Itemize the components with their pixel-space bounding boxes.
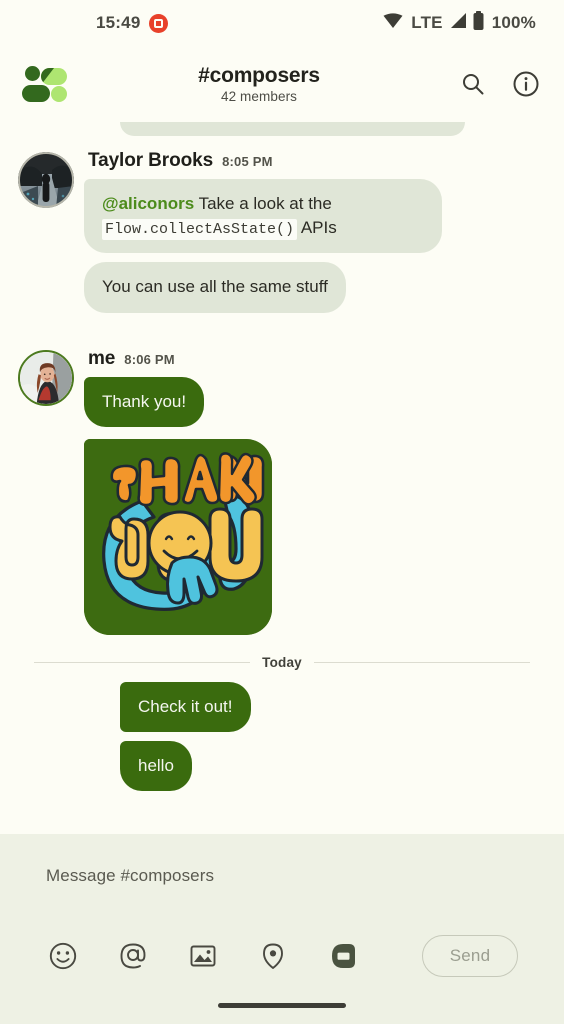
composer: Message #composers Send <box>0 834 564 986</box>
composer-toolbar: Send <box>24 910 540 986</box>
inline-code: Flow.collectAsState() <box>102 219 298 241</box>
today-message-stack: Check it out! hello <box>18 681 546 791</box>
message-bubble[interactable]: @aliconors Take a look at the Flow.colle… <box>84 179 442 254</box>
sender-name: Taylor Brooks <box>88 150 214 171</box>
page-title: #composers <box>198 63 320 87</box>
member-count: 42 members <box>220 89 298 105</box>
thank-you-sticker[interactable] <box>84 438 272 635</box>
message-timestamp: 8:05 PM <box>222 154 273 169</box>
message-list[interactable]: Taylor Brooks 8:05 PM @aliconors Take a … <box>0 122 564 834</box>
divider-rule-left <box>34 661 251 663</box>
scrolled-off-bubble <box>120 122 465 136</box>
message-text: Take a look at the <box>194 194 332 213</box>
day-divider: Today <box>34 654 531 670</box>
wifi-icon <box>383 12 403 34</box>
battery-icon <box>473 11 484 35</box>
emoji-icon[interactable] <box>46 939 80 973</box>
app-bar: #composers 42 members <box>0 46 564 122</box>
app-logo-icon[interactable] <box>20 64 68 104</box>
message-bubble[interactable]: You can use all the same stuff <box>84 262 346 313</box>
me-avatar-image <box>20 351 72 404</box>
video-call-icon[interactable] <box>326 939 360 973</box>
message-input[interactable]: Message #composers <box>24 860 540 910</box>
phone-screen: 15:49 LTE 100% #composers 42 members Tay… <box>0 0 564 1024</box>
message-bubble[interactable]: Thank you! <box>84 376 205 427</box>
status-bar-right: LTE 100% <box>383 11 536 35</box>
battery-percent: 100% <box>491 13 536 32</box>
taylor-brooks-avatar-image <box>18 152 74 208</box>
screen-record-icon <box>149 13 169 33</box>
message-group-body: Taylor Brooks 8:05 PM @aliconors Take a … <box>84 150 546 322</box>
image-icon[interactable] <box>186 939 220 973</box>
room-header[interactable]: #composers 42 members <box>58 64 460 104</box>
avatar[interactable] <box>18 152 74 208</box>
message-text-tail: APIs <box>297 218 337 238</box>
info-icon[interactable] <box>512 70 540 98</box>
message-meta: me 8:06 PM <box>84 348 546 370</box>
app-bar-actions <box>460 70 540 98</box>
search-icon[interactable] <box>460 71 486 97</box>
divider-rule-right <box>313 661 531 663</box>
location-icon[interactable] <box>256 939 290 973</box>
message-group-body: me 8:06 PM Thank you! <box>84 348 546 639</box>
status-time: 15:49 <box>96 13 141 32</box>
message-timestamp: 8:06 PM <box>124 351 175 367</box>
home-gesture-pill[interactable] <box>218 1002 346 1008</box>
signal-icon <box>449 12 467 34</box>
message-group-incoming: Taylor Brooks 8:05 PM @aliconors Take a … <box>18 150 546 322</box>
mention-icon[interactable] <box>116 939 150 973</box>
status-bar-left: 15:49 <box>96 13 169 33</box>
day-label: Today <box>262 654 302 670</box>
message-bubble[interactable]: hello <box>120 740 192 791</box>
message-meta: Taylor Brooks 8:05 PM <box>84 150 546 172</box>
system-nav-bar <box>0 986 564 1024</box>
avatar[interactable] <box>18 349 74 406</box>
send-button[interactable]: Send <box>422 935 518 977</box>
message-bubble[interactable]: Check it out! <box>120 681 251 732</box>
network-label: LTE <box>411 13 443 32</box>
status-bar: 15:49 LTE 100% <box>0 0 564 46</box>
mention-chip[interactable]: @aliconors <box>102 194 194 213</box>
message-group-outgoing: me 8:06 PM Thank you! <box>18 348 546 639</box>
sender-name: me <box>88 347 116 369</box>
